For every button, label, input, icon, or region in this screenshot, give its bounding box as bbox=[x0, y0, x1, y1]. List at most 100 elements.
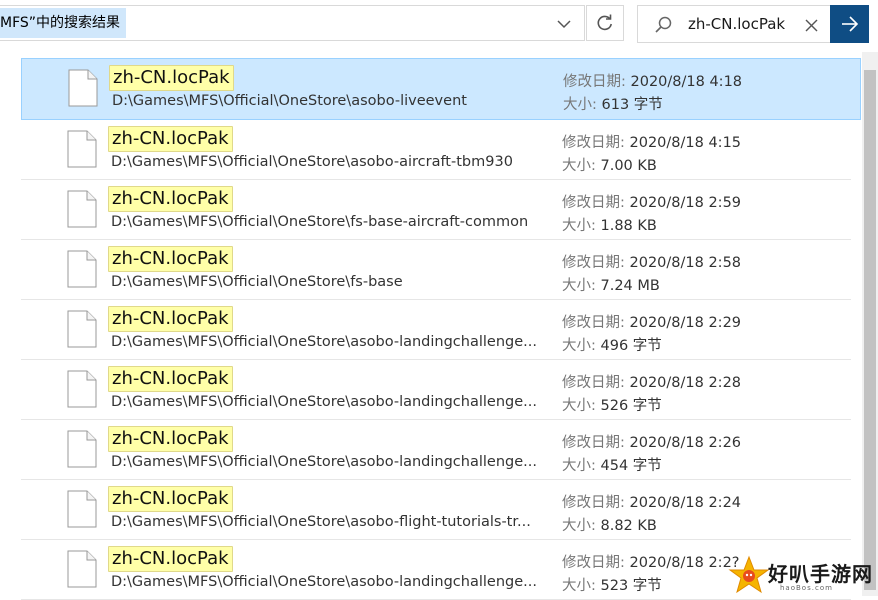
file-path: D:\Games\MFS\Official\OneStore\asobo-lan… bbox=[111, 454, 537, 470]
file-icon bbox=[67, 130, 97, 168]
search-box[interactable]: zh-CN.locPak bbox=[637, 5, 831, 43]
file-size: 大小: 613 字节 bbox=[563, 93, 663, 114]
modified-date: 修改日期: 2020/8/18 2:58 bbox=[562, 251, 741, 272]
file-size-label: 大小: bbox=[562, 518, 596, 534]
address-bar-text[interactable]: MFS”中的搜索结果 bbox=[0, 8, 127, 38]
search-input[interactable]: zh-CN.locPak bbox=[688, 6, 785, 42]
file-size: 大小: 523 字节 bbox=[562, 574, 662, 595]
file-size-value: 7.24 MB bbox=[600, 278, 660, 294]
modified-date-label: 修改日期: bbox=[562, 195, 625, 211]
file-path: D:\Games\MFS\Official\OneStore\asobo-lan… bbox=[111, 394, 537, 410]
file-name[interactable]: zh-CN.locPak bbox=[108, 306, 233, 332]
list-item[interactable]: zh-CN.locPak D:\Games\MFS\Official\OneSto… bbox=[21, 420, 851, 480]
file-size-label: 大小: bbox=[562, 278, 596, 294]
file-name[interactable]: zh-CN.locPak bbox=[108, 546, 233, 572]
modified-date-value: 2020/8/18 2:59 bbox=[629, 195, 742, 211]
file-size: 大小: 7.00 KB bbox=[562, 154, 657, 175]
file-size-label: 大小: bbox=[563, 97, 597, 113]
file-name[interactable]: zh-CN.locPak bbox=[108, 426, 233, 452]
modified-date-value: 2020/8/18 2:2? bbox=[629, 555, 740, 571]
search-go-button[interactable] bbox=[830, 5, 869, 43]
modified-date-label: 修改日期: bbox=[562, 135, 625, 151]
star-logo-icon bbox=[728, 555, 770, 594]
chevron-down-icon[interactable] bbox=[550, 11, 578, 37]
file-name[interactable]: zh-CN.locPak bbox=[108, 486, 233, 512]
file-path: D:\Games\MFS\Official\OneStore\asobo-fli… bbox=[111, 514, 531, 530]
file-size-value: 454 字节 bbox=[600, 458, 662, 474]
list-item[interactable]: zh-CN.locPak D:\Games\MFS\Official\OneSto… bbox=[21, 120, 851, 180]
scrollbar-thumb[interactable] bbox=[864, 70, 876, 590]
modified-date-label: 修改日期: bbox=[562, 555, 625, 571]
file-size: 大小: 8.82 KB bbox=[562, 514, 657, 535]
modified-date: 修改日期: 2020/8/18 2:29 bbox=[562, 311, 741, 332]
file-size-value: 7.00 KB bbox=[600, 158, 657, 174]
modified-date-label: 修改日期: bbox=[562, 255, 625, 271]
watermark-subtext: haoBos.com bbox=[780, 584, 833, 592]
modified-date-value: 2020/8/18 4:15 bbox=[629, 135, 742, 151]
file-size-label: 大小: bbox=[562, 458, 596, 474]
modified-date-label: 修改日期: bbox=[562, 375, 625, 391]
file-icon bbox=[68, 69, 98, 107]
modified-date-label: 修改日期: bbox=[562, 495, 625, 511]
modified-date: 修改日期: 2020/8/18 2:59 bbox=[562, 191, 741, 212]
file-name[interactable]: zh-CN.locPak bbox=[108, 246, 233, 272]
file-size-value: 496 字节 bbox=[600, 338, 662, 354]
list-item[interactable]: zh-CN.locPak D:\Games\MFS\Official\OneSto… bbox=[21, 480, 851, 540]
file-icon bbox=[67, 310, 97, 348]
vertical-scrollbar[interactable] bbox=[862, 52, 878, 596]
file-size-value: 613 字节 bbox=[601, 97, 663, 113]
results-list: zh-CN.locPak D:\Games\MFS\Official\OneSto… bbox=[0, 58, 862, 600]
address-bar[interactable]: MFS”中的搜索结果 bbox=[0, 5, 585, 41]
file-name[interactable]: zh-CN.locPak bbox=[108, 126, 233, 152]
file-path: D:\Games\MFS\Official\OneStore\asobo-air… bbox=[111, 154, 513, 170]
modified-date: 修改日期: 2020/8/18 2:26 bbox=[562, 431, 741, 452]
modified-date: 修改日期: 2020/8/18 2:28 bbox=[562, 371, 741, 392]
file-size-value: 526 字节 bbox=[600, 398, 662, 414]
file-name[interactable]: zh-CN.locPak bbox=[108, 186, 233, 212]
watermark-text: 好叭手游网 bbox=[768, 562, 873, 586]
list-item[interactable]: zh-CN.locPak D:\Games\MFS\Official\OneSto… bbox=[21, 360, 851, 420]
modified-date-value: 2020/8/18 2:29 bbox=[629, 315, 742, 331]
list-item[interactable]: zh-CN.locPak D:\Games\MFS\Official\OneSto… bbox=[21, 540, 851, 600]
file-size-label: 大小: bbox=[562, 578, 596, 594]
file-icon bbox=[67, 490, 97, 528]
file-path: D:\Games\MFS\Official\OneStore\asobo-lan… bbox=[111, 334, 537, 350]
modified-date-label: 修改日期: bbox=[562, 315, 625, 331]
file-path: D:\Games\MFS\Official\OneStore\asobo-lan… bbox=[111, 574, 537, 590]
refresh-icon bbox=[597, 14, 612, 31]
toolbar: MFS”中的搜索结果 zh-CN.locPak bbox=[0, 0, 878, 52]
modified-date-value: 2020/8/18 2:58 bbox=[629, 255, 742, 271]
modified-date: 修改日期: 2020/8/18 4:18 bbox=[563, 70, 742, 91]
list-item[interactable]: zh-CN.locPak D:\Games\MFS\Official\OneSto… bbox=[21, 58, 861, 120]
file-path: D:\Games\MFS\Official\OneStore\fs-base bbox=[111, 274, 403, 290]
list-item[interactable]: zh-CN.locPak D:\Games\MFS\Official\OneSto… bbox=[21, 240, 851, 300]
file-size-value: 8.82 KB bbox=[600, 518, 657, 534]
list-item[interactable]: zh-CN.locPak D:\Games\MFS\Official\OneSto… bbox=[21, 180, 851, 240]
file-name[interactable]: zh-CN.locPak bbox=[108, 366, 233, 392]
file-path: D:\Games\MFS\Official\OneStore\fs-base-a… bbox=[111, 214, 529, 230]
modified-date-label: 修改日期: bbox=[562, 435, 625, 451]
file-name[interactable]: zh-CN.locPak bbox=[109, 65, 234, 91]
arrow-right-icon bbox=[841, 16, 858, 32]
file-size-label: 大小: bbox=[562, 338, 596, 354]
modified-date-value: 2020/8/18 2:26 bbox=[629, 435, 742, 451]
list-item[interactable]: zh-CN.locPak D:\Games\MFS\Official\OneSto… bbox=[21, 300, 851, 360]
close-icon[interactable] bbox=[801, 15, 821, 35]
file-size: 大小: 1.88 KB bbox=[562, 214, 657, 235]
file-icon bbox=[67, 190, 97, 228]
file-icon bbox=[67, 550, 97, 588]
modified-date: 修改日期: 2020/8/18 2:24 bbox=[562, 491, 741, 512]
file-size-label: 大小: bbox=[562, 218, 596, 234]
file-size: 大小: 7.24 MB bbox=[562, 274, 660, 295]
file-size: 大小: 496 字节 bbox=[562, 334, 662, 355]
modified-date-label: 修改日期: bbox=[563, 74, 626, 90]
modified-date-value: 2020/8/18 2:24 bbox=[629, 495, 742, 511]
file-icon bbox=[67, 370, 97, 408]
file-path: D:\Games\MFS\Official\OneStore\asobo-liv… bbox=[112, 93, 467, 109]
modified-date: 修改日期: 2020/8/18 2:2? bbox=[562, 551, 740, 572]
modified-date-value: 2020/8/18 2:28 bbox=[629, 375, 742, 391]
modified-date: 修改日期: 2020/8/18 4:15 bbox=[562, 131, 741, 152]
refresh-button[interactable] bbox=[586, 5, 624, 41]
file-size-value: 1.88 KB bbox=[600, 218, 657, 234]
modified-date-value: 2020/8/18 4:18 bbox=[630, 74, 743, 90]
